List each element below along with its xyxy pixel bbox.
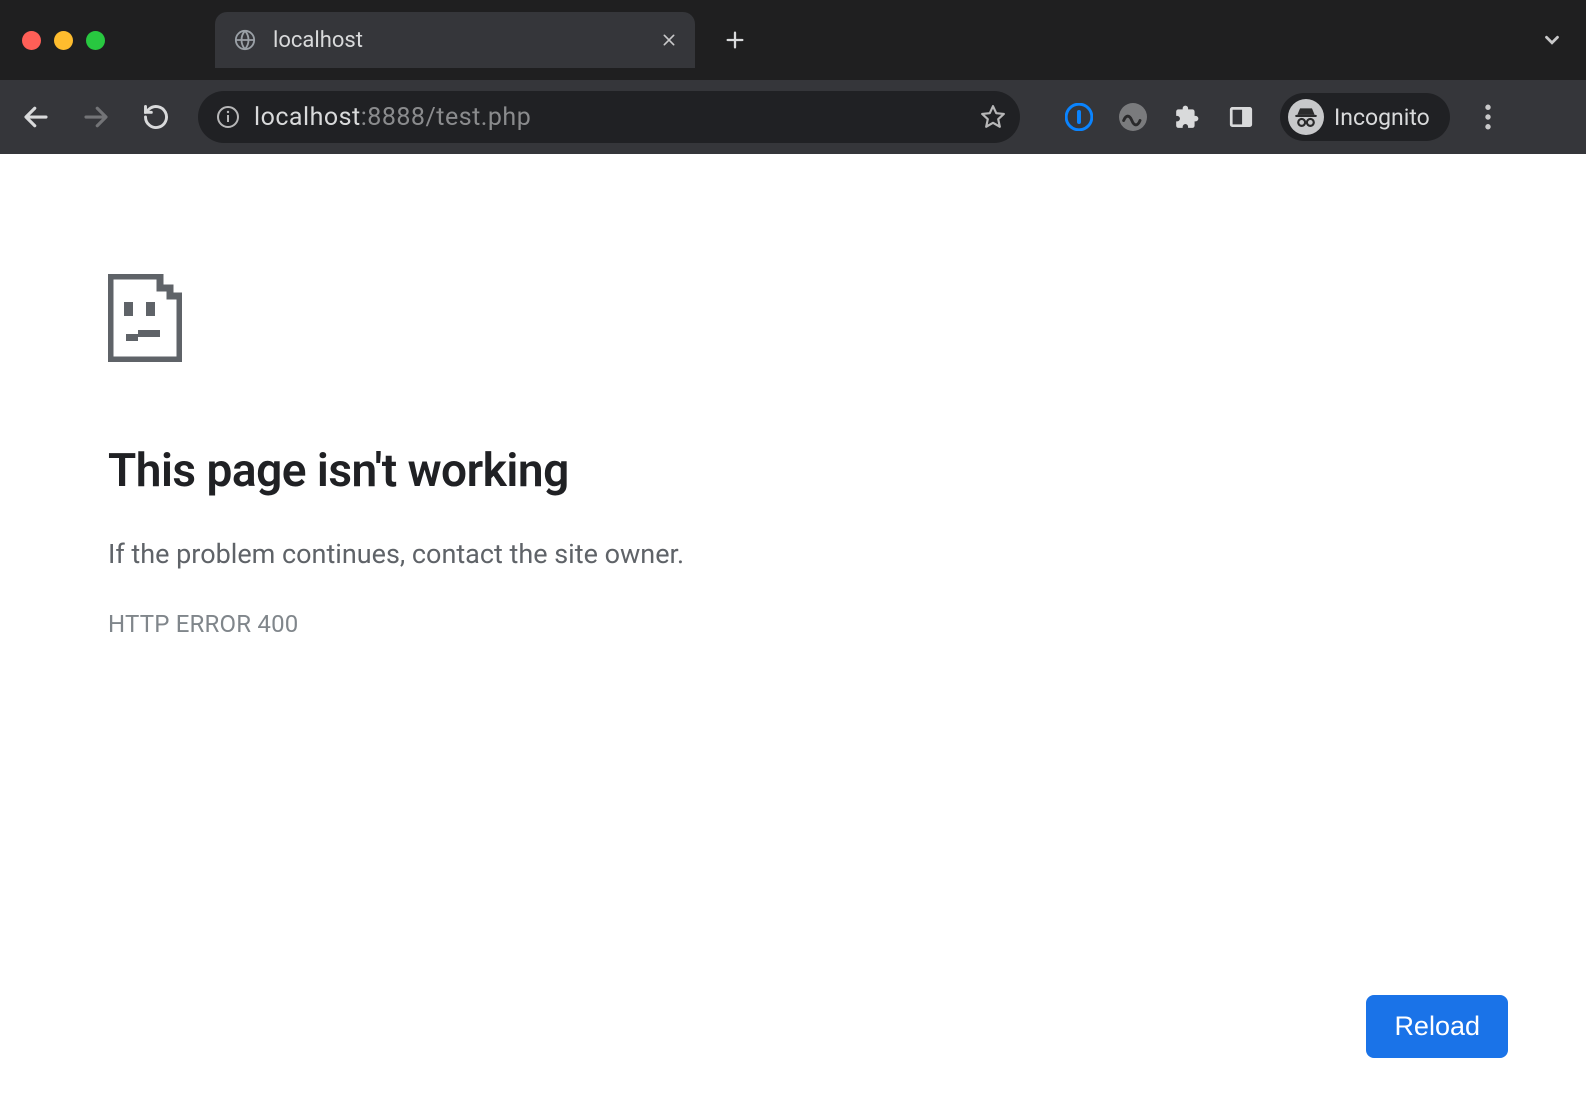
url-host: localhost: [254, 103, 361, 132]
reload-button[interactable]: [138, 99, 174, 135]
incognito-icon: [1288, 99, 1324, 135]
extension-onepassword-icon[interactable]: [1064, 102, 1094, 132]
extensions-puzzle-icon[interactable]: [1172, 102, 1202, 132]
error-code: HTTP ERROR 400: [108, 610, 1248, 638]
error-headline: This page isn't working: [108, 444, 1248, 498]
tab-title: localhost: [273, 28, 643, 53]
close-tab-button[interactable]: [659, 30, 679, 50]
incognito-indicator[interactable]: Incognito: [1280, 93, 1450, 141]
sad-page-icon: [108, 274, 1248, 362]
tabs-dropdown-button[interactable]: [1538, 26, 1566, 54]
extension-generic-icon[interactable]: [1118, 102, 1148, 132]
globe-icon: [233, 28, 257, 52]
browser-chrome: localhost localhost:8888/test.php: [0, 0, 1586, 154]
maximize-window-button[interactable]: [86, 31, 105, 50]
bookmark-star-icon[interactable]: [980, 104, 1006, 130]
browser-tab[interactable]: localhost: [215, 12, 695, 68]
back-button[interactable]: [18, 99, 54, 135]
toolbar-right-icons: Incognito: [1064, 93, 1502, 141]
side-panel-icon[interactable]: [1226, 102, 1256, 132]
window-controls: [22, 31, 105, 50]
page-content: This page isn't working If the problem c…: [0, 154, 1586, 1098]
browser-menu-button[interactable]: [1474, 103, 1502, 131]
new-tab-button[interactable]: [723, 28, 747, 52]
tab-strip: localhost: [0, 0, 1586, 80]
url-text: localhost:8888/test.php: [254, 103, 531, 132]
reload-page-button[interactable]: Reload: [1366, 995, 1508, 1058]
error-block: This page isn't working If the problem c…: [108, 274, 1248, 638]
minimize-window-button[interactable]: [54, 31, 73, 50]
close-window-button[interactable]: [22, 31, 41, 50]
error-subtext: If the problem continues, contact the si…: [108, 538, 1248, 570]
forward-button: [78, 99, 114, 135]
site-info-icon[interactable]: [216, 105, 240, 129]
address-bar[interactable]: localhost:8888/test.php: [198, 91, 1020, 143]
url-path: :8888/test.php: [361, 103, 532, 132]
toolbar: localhost:8888/test.php: [0, 80, 1586, 154]
incognito-label: Incognito: [1334, 104, 1430, 131]
